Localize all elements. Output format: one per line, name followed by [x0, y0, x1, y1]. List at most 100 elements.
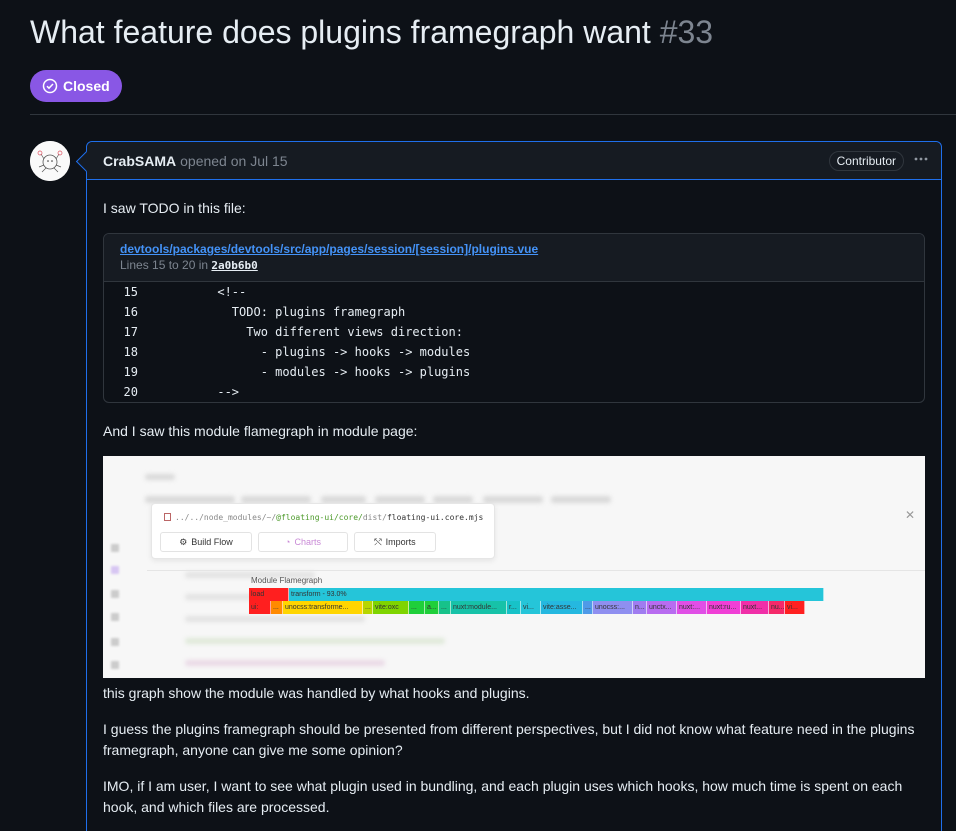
- flamegraph-segment[interactable]: ...: [363, 601, 373, 614]
- permalink-header: devtools/packages/devtools/src/app/pages…: [104, 234, 924, 282]
- flamegraph-segment[interactable]: ...: [439, 601, 451, 614]
- code-line: 18 - plugins -> hooks -> modules: [104, 342, 924, 362]
- comment-header: CrabSAMA opened on Jul 15 Contributor: [87, 142, 941, 180]
- file-path-prefix: ../../node_modules/~/: [175, 513, 277, 522]
- issue-state-label: Closed: [63, 78, 110, 94]
- flamegraph-segment[interactable]: unocss:...: [593, 601, 633, 614]
- blurred-text: [145, 496, 235, 503]
- file-path-file: floating-ui.core.mjs: [386, 513, 484, 522]
- blurred-icon: [111, 661, 119, 669]
- issue-number: #33: [659, 14, 714, 50]
- line-number[interactable]: 15: [104, 285, 154, 299]
- flamegraph-segment[interactable]: ...: [271, 601, 283, 614]
- issue-title-text: What feature does plugins framegraph wan…: [30, 14, 651, 50]
- charts-icon: ◔: [285, 537, 291, 547]
- line-number[interactable]: 18: [104, 345, 154, 359]
- blurred-text: [321, 496, 366, 503]
- code-text: - plugins -> hooks -> modules: [174, 345, 471, 359]
- close-icon[interactable]: ✕: [905, 508, 915, 522]
- code-line: 17 Two different views direction:: [104, 322, 924, 342]
- issue-title: What feature does plugins framegraph wan…: [30, 14, 713, 51]
- avatar[interactable]: [30, 141, 70, 181]
- code-line: 19 - modules -> hooks -> plugins: [104, 362, 924, 382]
- blurred-text: [433, 496, 473, 503]
- blurred-text: [551, 496, 611, 503]
- blurred-text: [375, 496, 425, 503]
- build-flow-tab[interactable]: ⚙ Build Flow: [160, 532, 252, 552]
- permalink-commit-link[interactable]: 2a0b6b0: [211, 259, 257, 272]
- check-circle-icon: [42, 78, 58, 94]
- blurred-text: [185, 638, 445, 644]
- module-file-path: ../../node_modules/~/@floating-ui/core/d…: [164, 513, 483, 522]
- flamegraph-segment[interactable]: unocss:transforme...: [283, 601, 363, 614]
- contributor-badge: Contributor: [828, 151, 904, 171]
- flamegraph-segment[interactable]: vite:asse...: [541, 601, 583, 614]
- blurred-icon: [111, 566, 119, 574]
- flamegraph-segment[interactable]: vite:oxc: [373, 601, 409, 614]
- flamegraph-segment[interactable]: a...: [425, 601, 439, 614]
- blurred-text: [185, 660, 385, 666]
- divider: [147, 570, 925, 571]
- flamegraph-segment[interactable]: ...: [409, 601, 425, 614]
- flamegraph-segment[interactable]: ui:: [249, 601, 271, 614]
- code-line: 15 <!--: [104, 282, 924, 302]
- charts-label: Charts: [294, 537, 321, 547]
- permalink-lines: Lines 15 to 20 in 2a0b6b0: [120, 258, 908, 272]
- flamegraph-segment[interactable]: nuxt...: [741, 601, 769, 614]
- flamegraph-segment[interactable]: nuxt:module...: [451, 601, 507, 614]
- flamegraph-title: Module Flamegraph: [251, 576, 323, 585]
- flamegraph-segment[interactable]: ...: [583, 601, 593, 614]
- build-flow-icon: ⚙: [179, 536, 188, 547]
- issue-comment: CrabSAMA opened on Jul 15 Contributor I …: [86, 141, 942, 831]
- header-divider: [30, 114, 956, 115]
- code-line: 20 -->: [104, 382, 924, 402]
- imports-tab[interactable]: ⤲ Imports: [354, 532, 436, 552]
- code-text: -->: [174, 385, 240, 399]
- blurred-text: [241, 496, 311, 503]
- flamegraph-segment[interactable]: n...: [633, 601, 647, 614]
- code-text: <!--: [174, 285, 247, 299]
- comment-paragraph-4: I guess the plugins framegraph should be…: [103, 721, 915, 758]
- line-number[interactable]: 20: [104, 385, 154, 399]
- comment-meta[interactable]: opened on Jul 15: [180, 153, 287, 169]
- flamegraph-segment[interactable]: nuxt:ru...: [707, 601, 741, 614]
- comment-paragraph-1: I saw TODO in this file:: [103, 200, 246, 216]
- blurred-text: [483, 496, 543, 503]
- blurred-text: [145, 474, 175, 480]
- charts-tab[interactable]: ◔ Charts: [258, 532, 348, 552]
- code-text: - modules -> hooks -> plugins: [174, 365, 471, 379]
- line-number[interactable]: 19: [104, 365, 154, 379]
- line-number[interactable]: 16: [104, 305, 154, 319]
- imports-label: Imports: [385, 537, 416, 547]
- comment-paragraph-3: this graph show the module was handled b…: [103, 685, 530, 701]
- blurred-icon: [111, 638, 119, 646]
- blurred-icon: [111, 590, 119, 598]
- flamegraph-screenshot[interactable]: ../../node_modules/~/@floating-ui/core/d…: [103, 456, 925, 678]
- blurred-text: [185, 616, 365, 622]
- imports-icon: ⤲: [374, 536, 382, 547]
- flamegraph-segment[interactable]: vi...: [785, 601, 805, 614]
- permalink-lines-label: Lines 15 to 20 in: [120, 258, 209, 272]
- flamegraph-segment[interactable]: vi...: [521, 601, 541, 614]
- kebab-horizontal-icon[interactable]: [913, 151, 931, 171]
- code-text: Two different views direction:: [174, 325, 463, 339]
- code-line: 16 TODO: plugins framegraph: [104, 302, 924, 322]
- blurred-icon: [111, 544, 119, 552]
- code-text: TODO: plugins framegraph: [174, 305, 406, 319]
- blurred-icon: [111, 613, 119, 621]
- flamegraph-segment[interactable]: transform - 93.0%: [289, 588, 824, 601]
- flamegraph-segment[interactable]: nuxt:...: [677, 601, 707, 614]
- flamegraph-segment[interactable]: load: [249, 588, 289, 601]
- comment-author-link[interactable]: CrabSAMA: [103, 153, 176, 169]
- build-flow-label: Build Flow: [191, 537, 233, 547]
- flamegraph-segment[interactable]: unctx...: [647, 601, 677, 614]
- file-path-dir: dist/: [362, 513, 387, 522]
- file-icon: [164, 513, 171, 521]
- line-number[interactable]: 17: [104, 325, 154, 339]
- module-popup: ../../node_modules/~/@floating-ui/core/d…: [151, 503, 495, 559]
- permalink-file-link[interactable]: devtools/packages/devtools/src/app/pages…: [120, 242, 908, 256]
- file-path-package: @floating-ui/core/: [276, 513, 363, 522]
- flamegraph-segment[interactable]: nu...: [769, 601, 785, 614]
- flamegraph-segment[interactable]: r...: [507, 601, 521, 614]
- crab-avatar-icon: [30, 141, 70, 181]
